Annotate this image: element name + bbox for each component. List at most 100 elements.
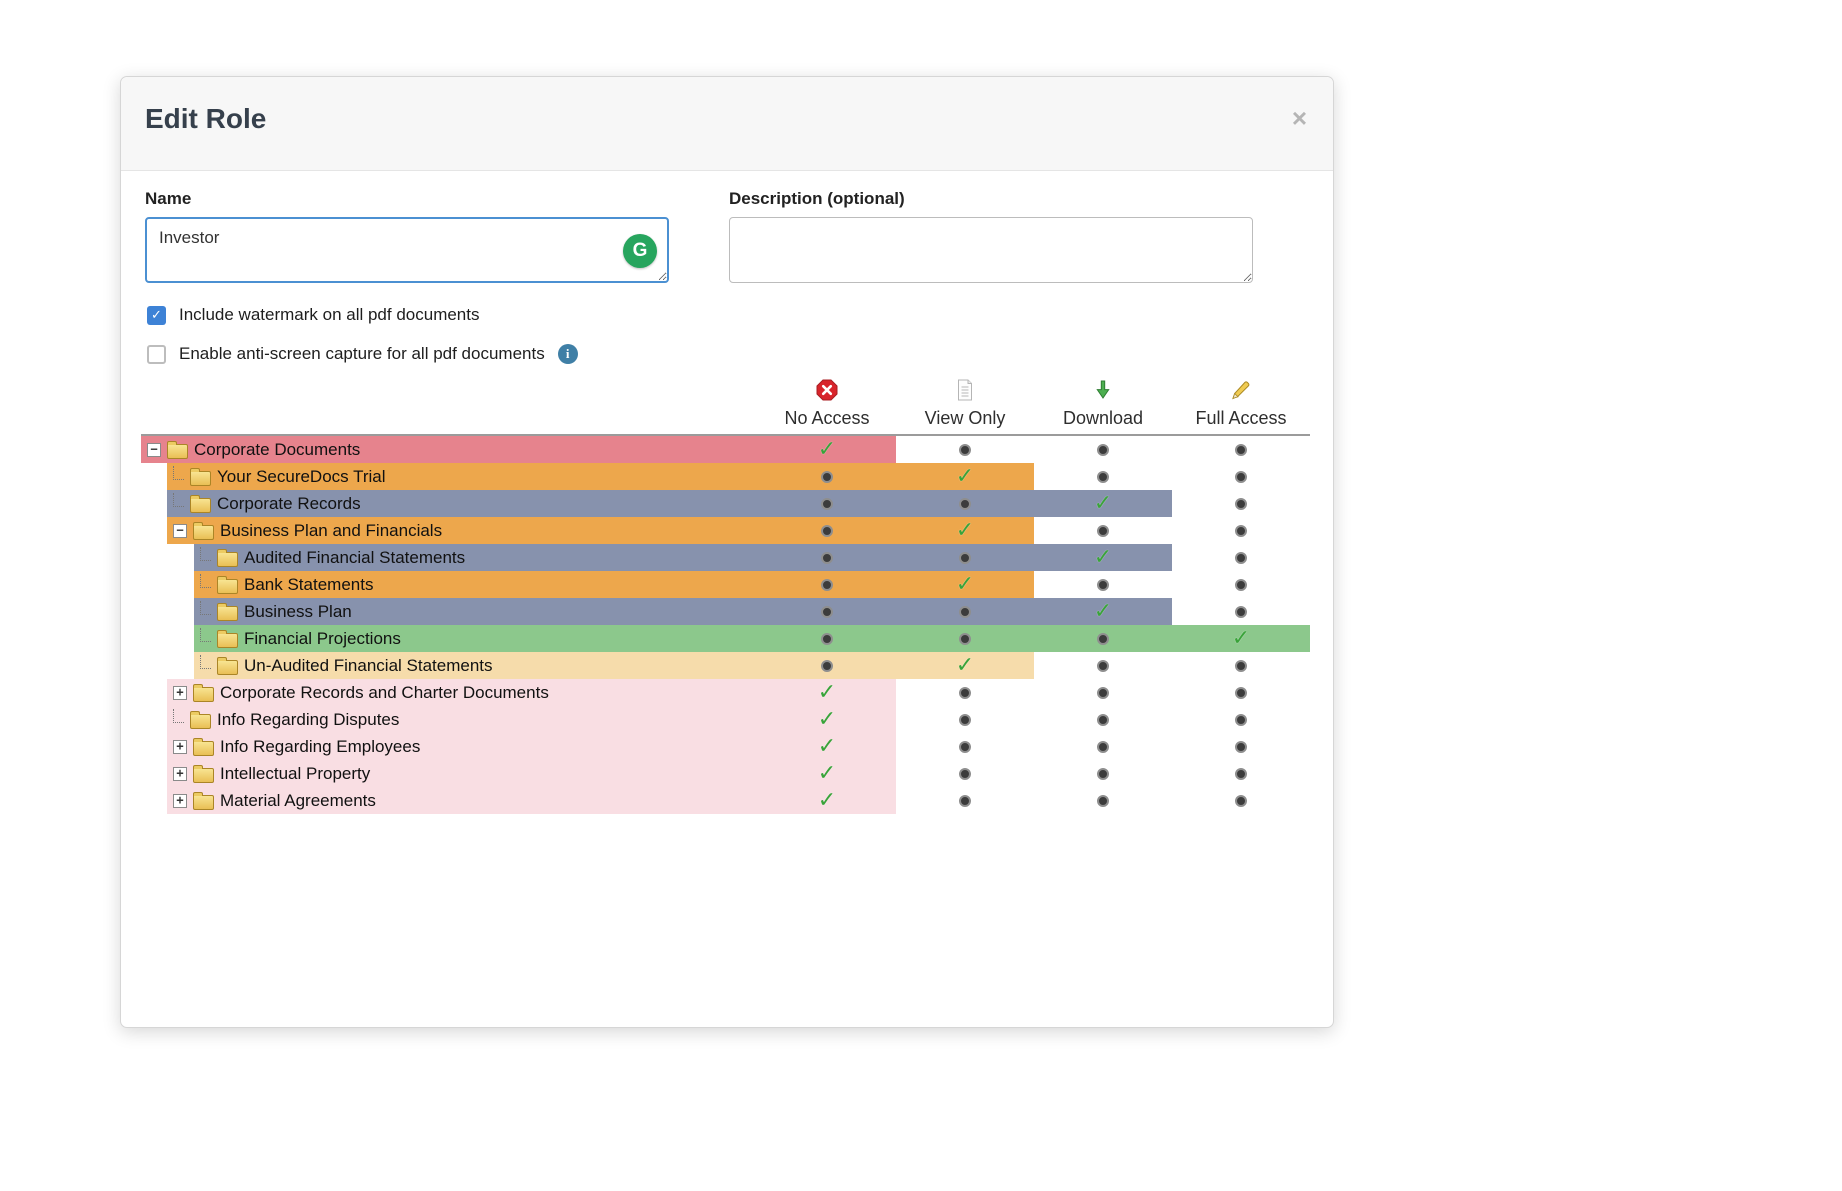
radio-dot-icon[interactable] bbox=[1235, 768, 1247, 780]
tree-node[interactable]: Financial Projections bbox=[200, 625, 401, 652]
radio-dot-icon[interactable] bbox=[1235, 687, 1247, 699]
permission-cell-download[interactable] bbox=[1034, 571, 1172, 598]
check-icon[interactable]: ✓ bbox=[1094, 547, 1112, 569]
tree-node-label[interactable]: Corporate Records and Charter Documents bbox=[220, 683, 549, 703]
permission-cell-full-access[interactable]: ✓ bbox=[1172, 625, 1310, 652]
tree-node-label[interactable]: Intellectual Property bbox=[220, 764, 370, 784]
tree-node[interactable]: + Material Agreements bbox=[173, 787, 376, 814]
permission-cell-full-access[interactable] bbox=[1172, 571, 1310, 598]
permission-cell-full-access[interactable] bbox=[1172, 652, 1310, 679]
permission-cell-no-access[interactable]: ✓ bbox=[758, 436, 896, 463]
tree-node[interactable]: −Business Plan and Financials bbox=[173, 517, 442, 544]
check-icon[interactable]: ✓ bbox=[1094, 601, 1112, 623]
permission-cell-view-only[interactable] bbox=[896, 733, 1034, 760]
watermark-checkbox[interactable]: ✓ bbox=[147, 306, 166, 325]
permission-cell-no-access[interactable] bbox=[758, 517, 896, 544]
name-input[interactable]: Investor bbox=[145, 217, 669, 283]
radio-dot-icon[interactable] bbox=[1097, 714, 1109, 726]
radio-dot-icon[interactable] bbox=[1235, 714, 1247, 726]
tree-node-label[interactable]: Corporate Documents bbox=[194, 440, 360, 460]
radio-dot-icon[interactable] bbox=[1097, 471, 1109, 483]
permission-cell-full-access[interactable] bbox=[1172, 463, 1310, 490]
check-icon[interactable]: ✓ bbox=[818, 736, 836, 758]
radio-dot-icon[interactable] bbox=[959, 795, 971, 807]
radio-dot-icon[interactable] bbox=[821, 471, 833, 483]
radio-dot-icon[interactable] bbox=[1235, 525, 1247, 537]
radio-dot-icon[interactable] bbox=[959, 606, 971, 618]
permission-cell-view-only[interactable] bbox=[896, 436, 1034, 463]
tree-node-label[interactable]: Audited Financial Statements bbox=[244, 548, 465, 568]
permission-cell-view-only[interactable]: ✓ bbox=[896, 463, 1034, 490]
info-icon[interactable]: i bbox=[558, 344, 578, 364]
permission-cell-download[interactable] bbox=[1034, 679, 1172, 706]
radio-dot-icon[interactable] bbox=[959, 633, 971, 645]
radio-dot-icon[interactable] bbox=[1097, 444, 1109, 456]
expand-icon[interactable]: + bbox=[173, 740, 187, 754]
radio-dot-icon[interactable] bbox=[1235, 660, 1247, 672]
tree-node-label[interactable]: Your SecureDocs Trial bbox=[217, 467, 386, 487]
permission-cell-download[interactable] bbox=[1034, 787, 1172, 814]
check-icon[interactable]: ✓ bbox=[956, 655, 974, 677]
tree-node-label[interactable]: Material Agreements bbox=[220, 791, 376, 811]
check-icon[interactable]: ✓ bbox=[956, 574, 974, 596]
radio-dot-icon[interactable] bbox=[1097, 525, 1109, 537]
expand-icon[interactable]: + bbox=[173, 794, 187, 808]
radio-dot-icon[interactable] bbox=[1097, 795, 1109, 807]
permission-cell-no-access[interactable] bbox=[758, 463, 896, 490]
radio-dot-icon[interactable] bbox=[1097, 741, 1109, 753]
check-icon[interactable]: ✓ bbox=[818, 682, 836, 704]
permission-cell-full-access[interactable] bbox=[1172, 787, 1310, 814]
permission-cell-view-only[interactable] bbox=[896, 787, 1034, 814]
permission-cell-download[interactable] bbox=[1034, 706, 1172, 733]
permission-cell-no-access[interactable] bbox=[758, 652, 896, 679]
radio-dot-icon[interactable] bbox=[821, 606, 833, 618]
permission-cell-view-only[interactable]: ✓ bbox=[896, 652, 1034, 679]
check-icon[interactable]: ✓ bbox=[818, 709, 836, 731]
radio-dot-icon[interactable] bbox=[959, 498, 971, 510]
radio-dot-icon[interactable] bbox=[821, 660, 833, 672]
tree-node-label[interactable]: Financial Projections bbox=[244, 629, 401, 649]
radio-dot-icon[interactable] bbox=[821, 633, 833, 645]
permission-cell-full-access[interactable] bbox=[1172, 760, 1310, 787]
permission-cell-download[interactable] bbox=[1034, 760, 1172, 787]
permission-cell-view-only[interactable]: ✓ bbox=[896, 517, 1034, 544]
permission-cell-download[interactable] bbox=[1034, 436, 1172, 463]
radio-dot-icon[interactable] bbox=[959, 552, 971, 564]
collapse-icon[interactable]: − bbox=[147, 443, 161, 457]
permission-cell-download[interactable] bbox=[1034, 625, 1172, 652]
check-icon[interactable]: ✓ bbox=[818, 439, 836, 461]
radio-dot-icon[interactable] bbox=[1097, 579, 1109, 591]
radio-dot-icon[interactable] bbox=[1235, 471, 1247, 483]
description-input[interactable] bbox=[729, 217, 1253, 283]
radio-dot-icon[interactable] bbox=[821, 525, 833, 537]
check-icon[interactable]: ✓ bbox=[956, 466, 974, 488]
permission-cell-no-access[interactable]: ✓ bbox=[758, 733, 896, 760]
permission-cell-full-access[interactable] bbox=[1172, 598, 1310, 625]
tree-node[interactable]: Business Plan bbox=[200, 598, 352, 625]
tree-node-label[interactable]: Bank Statements bbox=[244, 575, 373, 595]
tree-node-label[interactable]: Un-Audited Financial Statements bbox=[244, 656, 493, 676]
tree-node-label[interactable]: Corporate Records bbox=[217, 494, 361, 514]
tree-node[interactable]: Un-Audited Financial Statements bbox=[200, 652, 493, 679]
permission-cell-view-only[interactable] bbox=[896, 679, 1034, 706]
radio-dot-icon[interactable] bbox=[1097, 660, 1109, 672]
permission-cell-view-only[interactable]: ✓ bbox=[896, 571, 1034, 598]
permission-cell-full-access[interactable] bbox=[1172, 436, 1310, 463]
anti-screen-checkbox-label[interactable]: Enable anti-screen capture for all pdf d… bbox=[179, 344, 545, 364]
tree-node[interactable]: Info Regarding Disputes bbox=[173, 706, 399, 733]
permission-cell-download[interactable] bbox=[1034, 517, 1172, 544]
permission-cell-view-only[interactable] bbox=[896, 625, 1034, 652]
permission-cell-full-access[interactable] bbox=[1172, 679, 1310, 706]
permission-cell-view-only[interactable] bbox=[896, 706, 1034, 733]
permission-cell-download[interactable]: ✓ bbox=[1034, 544, 1172, 571]
tree-node-label[interactable]: Business Plan and Financials bbox=[220, 521, 442, 541]
permission-cell-view-only[interactable] bbox=[896, 544, 1034, 571]
permission-cell-download[interactable] bbox=[1034, 463, 1172, 490]
expand-icon[interactable]: + bbox=[173, 686, 187, 700]
permission-cell-view-only[interactable] bbox=[896, 490, 1034, 517]
tree-node[interactable]: +Intellectual Property bbox=[173, 760, 370, 787]
radio-dot-icon[interactable] bbox=[1235, 606, 1247, 618]
permission-cell-no-access[interactable]: ✓ bbox=[758, 787, 896, 814]
permission-cell-view-only[interactable] bbox=[896, 760, 1034, 787]
tree-node-label[interactable]: Business Plan bbox=[244, 602, 352, 622]
